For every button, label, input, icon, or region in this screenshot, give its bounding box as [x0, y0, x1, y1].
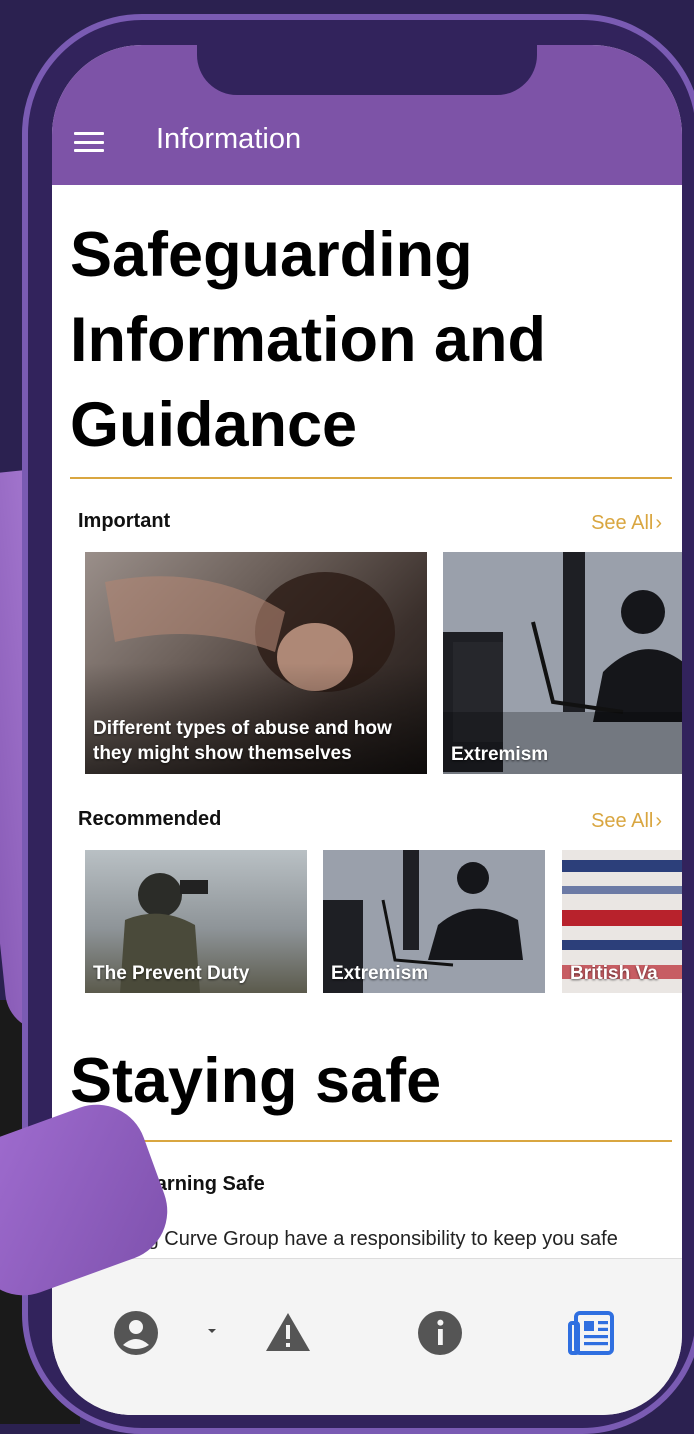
card-image	[443, 552, 682, 774]
section-divider	[70, 1140, 672, 1142]
info-icon[interactable]	[416, 1309, 464, 1357]
card-title: Extremism	[451, 744, 549, 765]
menu-icon[interactable]	[74, 132, 104, 152]
important-see-all-link[interactable]: See All ›	[591, 512, 662, 535]
dropdown-caret-icon	[208, 1329, 216, 1333]
see-all-label: See All	[591, 512, 654, 534]
see-all-label: See All	[591, 810, 654, 832]
section-title-staying-safe: Staying safe	[70, 1046, 442, 1116]
important-card-extremism[interactable]: Extremism	[443, 552, 682, 774]
app-title: Information	[156, 123, 302, 155]
recommended-label: Recommended	[78, 808, 222, 830]
title-divider	[70, 477, 672, 479]
account-circle-icon[interactable]	[112, 1309, 160, 1357]
recommended-card-extremism[interactable]: Extremism	[323, 850, 545, 993]
chevron-right-icon: ›	[655, 512, 662, 534]
recommended-card-prevent-duty[interactable]: The Prevent Duty	[85, 850, 307, 993]
card-title: Extremism	[331, 963, 429, 984]
app-bar: Information	[52, 45, 682, 185]
bottom-nav	[52, 1258, 682, 1415]
phone-notch	[197, 45, 537, 95]
recommended-see-all-link[interactable]: See All ›	[591, 810, 662, 833]
card-title: Different types of abuse and how they mi…	[93, 718, 392, 764]
warning-icon[interactable]	[264, 1309, 312, 1357]
recommended-card-british-values[interactable]: British Va	[562, 850, 682, 993]
important-card-abuse[interactable]: Different types of abuse and how they mi…	[85, 552, 427, 774]
newspaper-icon[interactable]	[568, 1309, 616, 1357]
page-title: Safeguarding Information and Guidance	[70, 220, 546, 460]
chevron-right-icon: ›	[655, 810, 662, 832]
important-label: Important	[78, 510, 171, 532]
card-title: British Va	[570, 963, 658, 984]
card-title: The Prevent Duty	[93, 963, 250, 984]
